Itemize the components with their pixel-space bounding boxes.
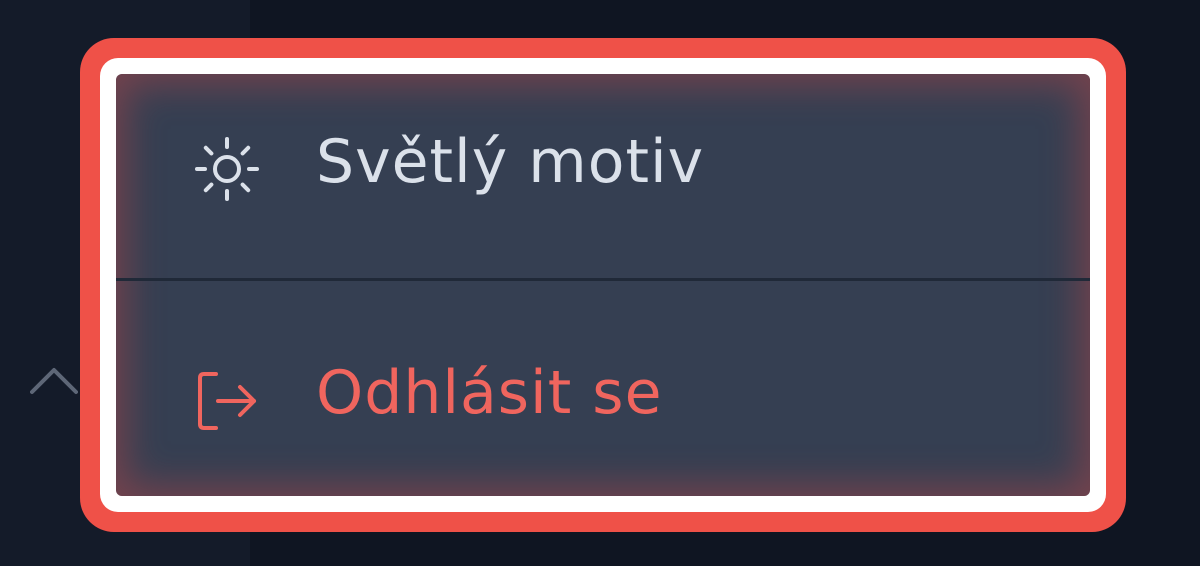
chevron-up-icon[interactable] xyxy=(30,362,78,396)
logout-menu-item[interactable]: Odhlásit se xyxy=(116,282,1090,488)
user-menu-dropdown: Světlý motiv Odhlásit se xyxy=(116,74,1090,496)
light-theme-menu-item[interactable]: Světlý motiv xyxy=(116,74,1090,280)
light-theme-label: Světlý motiv xyxy=(316,127,705,197)
menu-divider xyxy=(116,278,1090,281)
sun-icon xyxy=(195,137,259,201)
logout-icon xyxy=(198,372,256,430)
highlight-frame: Světlý motiv Odhlásit se xyxy=(80,38,1126,532)
app-stage: Světlý motiv Odhlásit se xyxy=(0,0,1200,566)
logout-label: Odhlásit se xyxy=(316,358,663,428)
highlight-frame-inner: Světlý motiv Odhlásit se xyxy=(100,58,1106,512)
